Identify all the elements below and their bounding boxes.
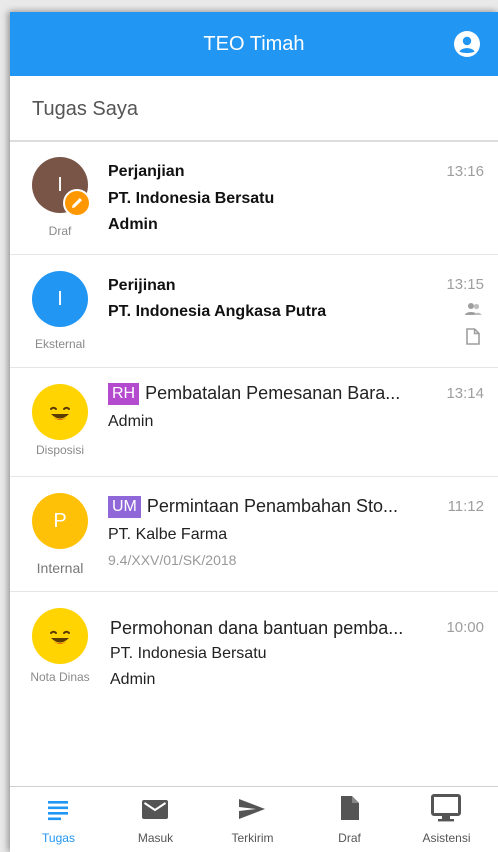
- item-time: 10:00: [446, 619, 484, 636]
- app-screen: TEO Timah Tugas Saya I Draf Perjanjian P…: [10, 12, 498, 852]
- list-item[interactable]: I Eksternal Perijinan PT. Indonesia Angk…: [10, 255, 498, 368]
- item-title: Perjanjian: [108, 163, 185, 180]
- item-category: Eksternal: [34, 337, 86, 351]
- item-sender: Admin: [108, 216, 158, 233]
- item-sender: Admin: [108, 413, 154, 430]
- nav-label: Masuk: [137, 831, 174, 845]
- nav-asistensi[interactable]: Asistensi: [398, 787, 495, 852]
- item-sender: Admin: [110, 671, 156, 688]
- task-list: I Draf Perjanjian PT. Indonesia Bersatu …: [10, 142, 498, 704]
- list-item[interactable]: Disposisi RH Pembatalan Pemesanan Bara...…: [10, 368, 498, 477]
- nav-tugas[interactable]: Tugas: [10, 787, 107, 852]
- file-icon: [341, 796, 359, 820]
- nav-label: Draf: [338, 831, 361, 845]
- tag-badge: RH: [108, 383, 140, 405]
- people-icon: [464, 301, 482, 322]
- list-item[interactable]: Nota Dinas Permohonan dana bantuan pemba…: [10, 592, 498, 704]
- item-time: 13:16: [446, 163, 484, 180]
- avatar: P: [32, 493, 88, 549]
- item-title-row: RH Pembatalan Pemesanan Bara...: [108, 383, 426, 405]
- list-icon: [48, 801, 68, 821]
- item-time: 13:14: [446, 385, 484, 402]
- item-title: Permohonan dana bantuan pemba...: [110, 618, 404, 638]
- item-category: Nota Dinas: [30, 670, 90, 684]
- item-company: PT. Indonesia Angkasa Putra: [108, 303, 327, 320]
- tag-badge: UM: [108, 496, 141, 518]
- item-category: Internal: [36, 560, 84, 576]
- smiley-icon: [32, 608, 88, 669]
- item-title: Permintaan Penambahan Sto...: [146, 496, 399, 516]
- send-icon: [239, 799, 265, 819]
- smiley-icon: [32, 384, 88, 445]
- section-title: Tugas Saya: [32, 98, 138, 120]
- app-bar: TEO Timah: [10, 12, 498, 76]
- section-header: Tugas Saya: [10, 76, 498, 142]
- nav-masuk[interactable]: Masuk: [107, 787, 204, 852]
- avatar-letter: P: [53, 510, 67, 532]
- document-icon: [466, 328, 480, 350]
- item-time: 13:15: [446, 276, 484, 293]
- item-title-row: UM Permintaan Penambahan Sto...: [108, 496, 426, 518]
- item-company: PT. Indonesia Bersatu: [108, 190, 275, 207]
- item-title: Pembatalan Pemesanan Bara...: [145, 383, 401, 403]
- item-company: PT. Indonesia Bersatu: [110, 645, 267, 662]
- item-title: Perijinan: [108, 277, 176, 294]
- bottom-navigation: Tugas Masuk Terkirim Draf Asistensi: [10, 786, 498, 852]
- nav-draf[interactable]: Draf: [301, 787, 398, 852]
- nav-label: Terkirim: [231, 831, 274, 845]
- item-reference: 9.4/XXV/01/SK/2018: [108, 552, 237, 568]
- item-company: PT. Kalbe Farma: [108, 526, 228, 543]
- item-category: Draf: [48, 224, 72, 238]
- mail-icon: [142, 800, 168, 819]
- avatar: I: [32, 271, 88, 327]
- nav-terkirim[interactable]: Terkirim: [204, 787, 301, 852]
- avatar-letter: I: [57, 174, 63, 196]
- nav-label: Asistensi: [422, 831, 471, 845]
- avatar-letter: I: [57, 288, 63, 310]
- monitor-icon: [431, 794, 461, 822]
- nav-label: Tugas: [42, 831, 75, 845]
- list-item[interactable]: I Draf Perjanjian PT. Indonesia Bersatu …: [10, 142, 498, 255]
- app-title: TEO Timah: [203, 33, 305, 55]
- account-icon[interactable]: [454, 31, 480, 57]
- edit-icon: [63, 189, 91, 217]
- item-category: Disposisi: [35, 443, 84, 457]
- list-item[interactable]: P Internal UM Permintaan Penambahan Sto..…: [10, 477, 498, 592]
- item-time: 11:12: [447, 498, 484, 515]
